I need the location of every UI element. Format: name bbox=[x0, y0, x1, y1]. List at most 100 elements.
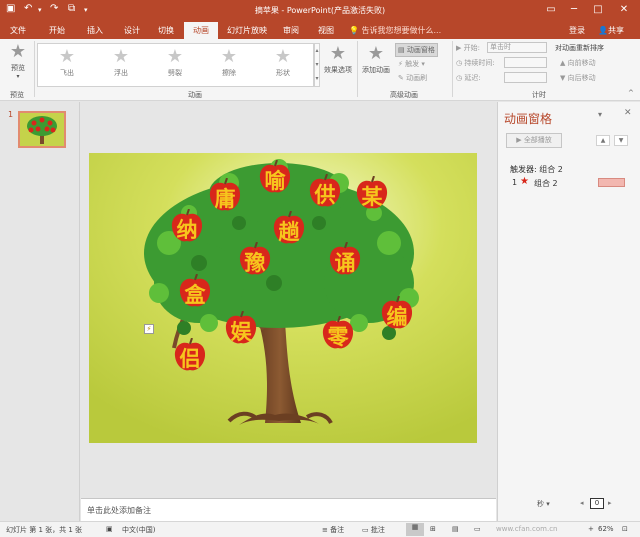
delay-icon: ◷ bbox=[456, 74, 463, 82]
maximize-icon[interactable]: □ bbox=[588, 2, 608, 18]
reading-view-icon[interactable]: ▤ bbox=[452, 525, 459, 533]
float-out-star-icon: ★ bbox=[112, 46, 130, 67]
close-pane-icon[interactable]: ✕ bbox=[624, 108, 632, 118]
apple-9[interactable]: 盒 bbox=[177, 273, 213, 312]
zoom-in-icon[interactable]: ▸ bbox=[608, 499, 612, 507]
tab-view[interactable]: 视图 bbox=[309, 22, 343, 39]
start-select[interactable]: 单击时 bbox=[487, 42, 547, 53]
notes-pane[interactable]: 单击此处添加备注 bbox=[81, 498, 496, 521]
zoom-level[interactable]: 62% bbox=[598, 525, 614, 533]
apple-5[interactable]: 纳 bbox=[169, 208, 205, 247]
apple-11[interactable]: 娱 bbox=[223, 310, 259, 349]
apple-12[interactable]: 零 bbox=[320, 315, 356, 354]
shape-star-icon: ★ bbox=[274, 46, 292, 67]
move-later-button[interactable]: ▼ 向后移动 bbox=[560, 73, 596, 83]
tab-file[interactable]: 文件 bbox=[0, 22, 36, 39]
animation-list-item[interactable]: 1 ★ 组合 2 bbox=[504, 176, 632, 189]
trigger-button[interactable]: ⚡ 触发 ▾ bbox=[398, 59, 425, 69]
gallery-item-shape[interactable]: ★ 形状 bbox=[256, 46, 310, 84]
trigger-label: 触发 bbox=[405, 60, 420, 68]
animation-painter-icon: ✎ bbox=[398, 74, 404, 82]
apple-10[interactable]: 编 bbox=[379, 295, 415, 334]
apple-12-char: 零 bbox=[327, 325, 349, 349]
tab-transitions[interactable]: 切换 bbox=[149, 22, 183, 39]
play-all-button[interactable]: ▶ 全部播放 bbox=[506, 133, 562, 148]
slideshow-view-icon[interactable]: ▭ bbox=[474, 525, 481, 533]
wipe-star-icon: ★ bbox=[220, 46, 238, 67]
apple-2[interactable]: 庸 bbox=[207, 177, 243, 216]
apple-4[interactable]: 某 bbox=[354, 175, 390, 214]
animation-painter-button[interactable]: ✎ 动画刷 bbox=[398, 73, 427, 83]
tab-insert[interactable]: 插入 bbox=[78, 22, 112, 39]
split-star-icon: ★ bbox=[166, 46, 184, 67]
fit-to-window-icon[interactable]: ⊡ bbox=[622, 525, 628, 533]
share-button[interactable]: 👤共享 bbox=[598, 22, 624, 39]
animation-group-label: 动画 bbox=[188, 91, 202, 99]
start-icon: ▶ bbox=[456, 44, 462, 52]
lightbulb-icon: 💡 bbox=[349, 26, 359, 35]
item-number: 1 bbox=[512, 178, 518, 187]
apple-8[interactable]: 诵 bbox=[327, 241, 363, 280]
tab-review[interactable]: 审阅 bbox=[274, 22, 308, 39]
apple-3[interactable]: 供 bbox=[307, 173, 343, 212]
tab-home[interactable]: 开始 bbox=[40, 22, 74, 39]
share-label: 共享 bbox=[607, 26, 624, 35]
gallery-scroll[interactable]: ▴ ▾ ▾ bbox=[314, 43, 320, 87]
apple-6[interactable]: 趟 bbox=[271, 210, 307, 249]
status-bar: 幻灯片 第 1 张，共 1 张 ▣ 中文(中国) ≡ 备注 ▭ 批注 ▦ ⊞ ▤… bbox=[0, 521, 640, 537]
preview-star-icon: ★ bbox=[9, 41, 27, 62]
spell-check-icon[interactable]: ▣ bbox=[106, 525, 113, 533]
start-label: 开始: bbox=[463, 44, 480, 52]
play-icon: ▶ bbox=[516, 136, 522, 144]
tell-me-box[interactable]: 💡 告诉我您想要做什么... bbox=[349, 24, 441, 37]
timeline-bar bbox=[598, 178, 625, 187]
gallery-item-float-out[interactable]: ★ 浮出 bbox=[94, 46, 148, 84]
duration-input[interactable] bbox=[504, 57, 547, 68]
close-icon[interactable]: ✕ bbox=[614, 2, 634, 18]
apple-11-char: 娱 bbox=[230, 320, 252, 344]
preview-label: 预览 bbox=[11, 64, 25, 72]
pane-options-icon[interactable]: ▾ bbox=[598, 110, 602, 119]
apple-1[interactable]: 喻 bbox=[257, 159, 293, 198]
notes-toggle[interactable]: ≡ 备注 bbox=[322, 525, 344, 535]
add-animation-button[interactable]: ★ 添加动画 bbox=[360, 43, 392, 75]
comments-toggle[interactable]: ▭ 批注 bbox=[362, 525, 385, 535]
slide-sorter-icon[interactable]: ⊞ bbox=[430, 525, 436, 533]
effect-options-button[interactable]: ★ 效果选项 bbox=[322, 43, 354, 75]
tab-slideshow[interactable]: 幻灯片放映 bbox=[223, 22, 271, 39]
delay-label: 延迟: bbox=[464, 74, 481, 82]
animation-trigger-badge[interactable]: ⚡ bbox=[144, 324, 154, 334]
delay-input[interactable] bbox=[504, 72, 547, 83]
move-down-button[interactable]: ▼ bbox=[614, 135, 628, 146]
normal-view-icon[interactable]: ▦ bbox=[406, 523, 424, 536]
apple-13[interactable]: 侣 bbox=[172, 337, 208, 376]
apple-6-char: 趟 bbox=[278, 220, 300, 244]
collapse-ribbon-icon[interactable]: ^ bbox=[628, 89, 634, 97]
language-label[interactable]: 中文(中国) bbox=[122, 525, 155, 535]
slide-info: 幻灯片 第 1 张，共 1 张 bbox=[6, 526, 83, 534]
zoom-in-button[interactable]: + bbox=[588, 525, 594, 533]
arrow-down-icon: ▼ bbox=[560, 74, 566, 82]
tab-design[interactable]: 设计 bbox=[115, 22, 149, 39]
gallery-item-split[interactable]: ★ 劈裂 bbox=[148, 46, 202, 84]
move-earlier-button[interactable]: ▲ 向前移动 bbox=[560, 58, 596, 68]
gallery-item-fly-out[interactable]: ★ 飞出 bbox=[40, 46, 94, 84]
gallery-item-wipe[interactable]: ★ 擦除 bbox=[202, 46, 256, 84]
ribbon-display-options-icon[interactable]: ▭ bbox=[541, 2, 561, 18]
preview-button[interactable]: ★ 预览 ▾ bbox=[4, 41, 32, 83]
apple-8-char: 诵 bbox=[334, 251, 356, 275]
animation-pane-button[interactable]: ▤ 动画窗格 bbox=[395, 43, 438, 57]
notes-label: 备注 bbox=[330, 526, 345, 534]
apple-7[interactable]: 豫 bbox=[237, 241, 273, 280]
minimize-icon[interactable]: ─ bbox=[564, 2, 584, 18]
zoom-out-icon[interactable]: ◂ bbox=[580, 499, 584, 507]
move-up-button[interactable]: ▲ bbox=[596, 135, 610, 146]
login-link[interactable]: 登录 bbox=[569, 22, 585, 39]
slide-canvas[interactable]: 喻 庸 供 某 纳 趟 豫 诵 盒 编 娱 零 侣 ⚡ bbox=[89, 153, 477, 443]
gallery-item-label: 浮出 bbox=[114, 69, 128, 77]
slide-thumbnail[interactable] bbox=[18, 111, 66, 148]
timeline-zoom-value[interactable]: 0 bbox=[590, 498, 604, 509]
gallery-item-label: 擦除 bbox=[222, 69, 236, 77]
tab-animations[interactable]: 动画 bbox=[184, 22, 218, 39]
effect-options-label: 效果选项 bbox=[324, 66, 352, 74]
